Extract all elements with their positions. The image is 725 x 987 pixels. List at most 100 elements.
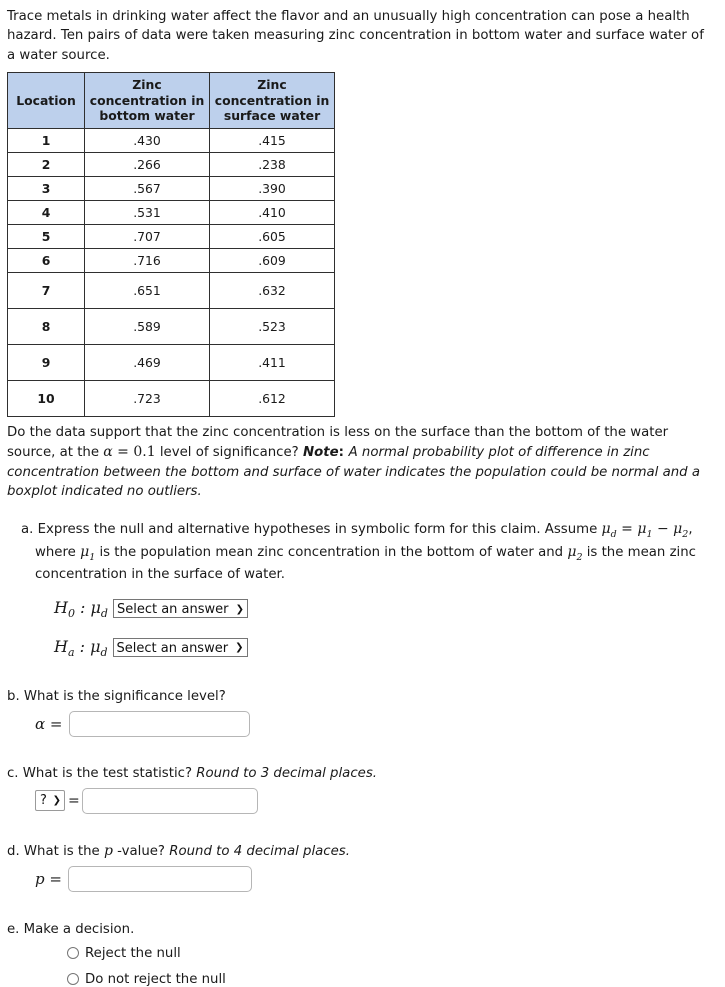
significance-level-row: α = xyxy=(35,710,695,737)
alpha-symbol-icon: α xyxy=(103,444,113,461)
decision-option-fail-reject-label: Do not reject the null xyxy=(85,971,226,987)
table-cell-location: 2 xyxy=(7,151,85,177)
alternative-hypothesis-row: Ha : μd Select an answer ❯ xyxy=(54,635,715,662)
table-cell-surface: .411 xyxy=(209,343,335,381)
mu-1-symbol-ref: μ1 xyxy=(80,544,96,564)
part-a: a. Express the null and alternative hypo… xyxy=(21,519,715,662)
part-b: b. What is the significance level? α = xyxy=(7,689,695,737)
decision-option-reject[interactable]: Reject the null xyxy=(67,946,695,961)
part-c-text: What is the test statistic? xyxy=(22,765,197,781)
null-hypothesis-row: H0 : μd Select an answer ❯ xyxy=(54,596,715,623)
mu-d-symbol: μd xyxy=(601,521,617,541)
mu-2-symbol: μ2 xyxy=(673,521,689,541)
part-d-rounding-note: Round to 4 decimal places. xyxy=(169,843,350,859)
decision-radio-group: Reject the null Do not reject the null xyxy=(35,946,695,987)
table-cell-bottom: .469 xyxy=(84,343,210,381)
h0-label: H0 : μd xyxy=(54,598,108,621)
table-cell-surface: .410 xyxy=(209,199,335,225)
table-cell-surface: .238 xyxy=(209,151,335,177)
table-cell-surface: .605 xyxy=(209,223,335,249)
significance-level-input[interactable] xyxy=(68,710,250,737)
part-a-text-1: Express the null and alternative hypothe… xyxy=(37,522,602,538)
test-statistic-equals: = xyxy=(68,792,80,809)
table-cell-surface: .632 xyxy=(209,271,335,309)
p-value-row: p = xyxy=(35,865,695,892)
column-header-bottom-water: Zinc concentration in bottom water xyxy=(84,72,210,129)
part-c-label: c. xyxy=(7,765,19,781)
alpha-equals-label: α = xyxy=(35,714,63,733)
part-d-label: d. xyxy=(7,843,20,859)
table-cell-surface: .523 xyxy=(209,307,335,345)
prompt-equals: = xyxy=(112,444,134,461)
table-cell-surface: .612 xyxy=(209,379,335,417)
alpha-value: 0.1 xyxy=(133,444,156,461)
part-e-label: e. xyxy=(7,921,20,937)
ha-answer-select[interactable]: Select an answer xyxy=(112,637,248,657)
part-b-text: What is the significance level? xyxy=(23,688,226,704)
part-e-text: Make a decision. xyxy=(23,921,135,937)
part-d-text-1: What is the xyxy=(23,843,104,859)
table-row: 8.589.523 xyxy=(7,307,335,345)
test-statistic-select-wrap: ? ❯ xyxy=(35,790,65,812)
ha-select-wrap: Select an answer ❯ xyxy=(112,637,248,659)
worksheet-page: Trace metals in drinking water affect th… xyxy=(0,0,725,987)
p-symbol-icon: p xyxy=(103,842,113,859)
table-cell-surface: .415 xyxy=(209,127,335,153)
table-row: 5.707.605 xyxy=(7,223,335,249)
table-row: 1.430.415 xyxy=(7,127,335,153)
table-row: 10.723.612 xyxy=(7,379,335,417)
radio-button-icon[interactable] xyxy=(67,947,79,960)
table-cell-surface: .390 xyxy=(209,175,335,201)
note-label: Note xyxy=(302,445,339,461)
table-cell-location: 6 xyxy=(7,247,85,273)
table-cell-bottom: .707 xyxy=(84,223,210,249)
table-body: 1.430.415 2.266.238 3.567.390 4.531.410 5.70… xyxy=(7,127,335,417)
intro-paragraph: Trace metals in drinking water affect th… xyxy=(7,9,704,63)
table-row: 6.716.609 xyxy=(7,247,335,273)
table-cell-location: 9 xyxy=(7,343,85,381)
table-cell-bottom: .651 xyxy=(84,271,210,309)
mu-1-symbol: μ1 xyxy=(637,521,653,541)
h0-select-wrap: Select an answer ❯ xyxy=(112,599,248,620)
mu-2-symbol-ref: μ2 xyxy=(567,544,583,564)
table-cell-location: 4 xyxy=(7,199,85,225)
table-cell-surface: .609 xyxy=(209,247,335,273)
table-row: 7.651.632 xyxy=(7,271,335,309)
table-cell-location: 5 xyxy=(7,223,85,249)
part-a-text-3: is the population mean zinc concentratio… xyxy=(95,545,568,561)
table-cell-location: 7 xyxy=(7,271,85,309)
table-cell-bottom: .589 xyxy=(84,307,210,345)
h0-answer-select[interactable]: Select an answer xyxy=(112,599,248,619)
decision-option-fail-reject[interactable]: Do not reject the null xyxy=(67,972,695,987)
part-e: e. Make a decision. Reject the null Do n… xyxy=(7,922,695,987)
part-d: d. What is the p -value? Round to 4 deci… xyxy=(7,842,695,892)
part-a-label: a. xyxy=(21,522,34,538)
decision-option-reject-label: Reject the null xyxy=(85,945,181,961)
part-c: c. What is the test statistic? Round to … xyxy=(7,765,695,814)
p-equals-label: p = xyxy=(35,869,62,888)
column-header-location: Location xyxy=(7,72,85,129)
test-statistic-type-select[interactable]: ? xyxy=(35,790,65,812)
zinc-data-table: Location Zinc concentration in bottom wa… xyxy=(7,72,335,417)
p-value-input[interactable] xyxy=(67,865,252,892)
note-colon: : xyxy=(338,445,349,461)
table-row: 2.266.238 xyxy=(7,151,335,177)
table-cell-location: 10 xyxy=(7,379,85,417)
table-row: 3.567.390 xyxy=(7,175,335,201)
table-cell-bottom: .531 xyxy=(84,199,210,225)
ha-label: Ha : μd xyxy=(54,637,108,660)
question-prompt: Do the data support that the zinc concen… xyxy=(7,423,719,502)
part-d-text-2: -value? xyxy=(112,843,170,859)
part-a-eq: = xyxy=(616,521,638,538)
table-row: 9.469.411 xyxy=(7,343,335,381)
table-header-row: Location Zinc concentration in bottom wa… xyxy=(7,72,335,129)
part-c-rounding-note: Round to 3 decimal places. xyxy=(196,765,377,781)
part-a-minus: − xyxy=(652,521,674,538)
table-cell-bottom: .716 xyxy=(84,247,210,273)
table-cell-bottom: .723 xyxy=(84,379,210,417)
table-cell-bottom: .266 xyxy=(84,151,210,177)
test-statistic-input[interactable] xyxy=(81,787,258,814)
part-b-label: b. xyxy=(7,688,20,704)
radio-button-icon[interactable] xyxy=(67,973,79,986)
table-cell-location: 1 xyxy=(7,127,85,153)
